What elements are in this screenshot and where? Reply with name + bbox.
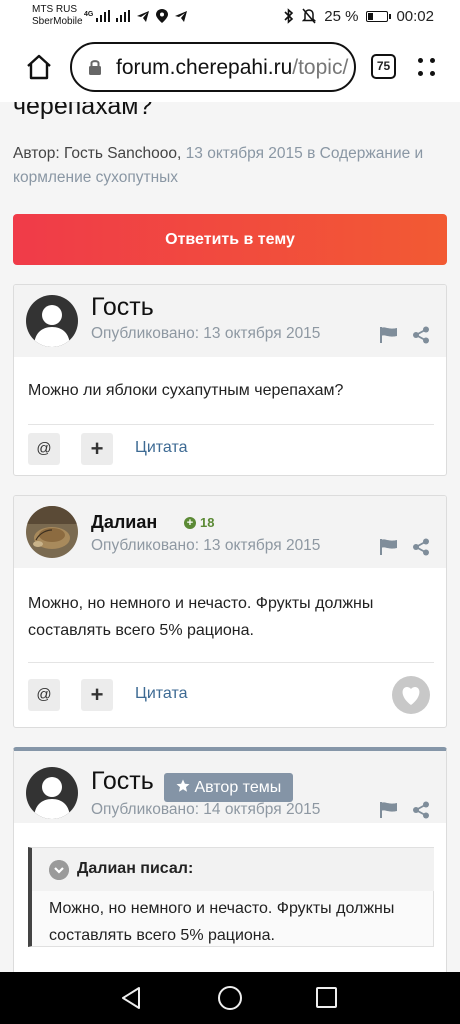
avatar[interactable] xyxy=(26,506,78,558)
share-icon[interactable] xyxy=(412,538,430,556)
post-author-name[interactable]: Гость xyxy=(91,767,154,796)
star-icon xyxy=(176,779,190,792)
clock: 00:02 xyxy=(396,7,434,25)
chevron-down-icon xyxy=(49,860,69,880)
browser-toolbar: forum.cherepahi.ru/topic/ 75 xyxy=(0,32,460,102)
post-header: Гость Опубликовано: 13 октября 2015 xyxy=(14,285,446,357)
home-button[interactable] xyxy=(218,986,242,1010)
status-bar: MTS RUS SberMobile 4G 25 % 00:02 xyxy=(0,0,460,32)
quote-button[interactable]: Цитата xyxy=(135,439,188,457)
post-body: Можно, но немного и нечасто. Фрукты долж… xyxy=(28,595,374,639)
post-2: Далиан +18 Опубликовано: 13 октября 2015… xyxy=(13,495,447,728)
avatar[interactable] xyxy=(26,767,78,819)
quote-button[interactable]: Цитата xyxy=(135,685,188,703)
status-icons-left xyxy=(96,8,188,24)
signal-icon xyxy=(96,10,110,22)
bluetooth-icon xyxy=(284,8,294,24)
flag-icon[interactable] xyxy=(379,538,399,556)
url-text: forum.cherepahi.ru/topic/ xyxy=(116,56,348,80)
mention-button[interactable]: @ xyxy=(28,679,60,711)
post-author-name[interactable]: Далиан xyxy=(91,512,157,533)
url-path: /topic/ xyxy=(292,56,349,79)
tab-counter-button[interactable]: 75 xyxy=(371,54,396,79)
topic-meta: Автор: Гость Sanchooo, 13 октября 2015 в… xyxy=(13,142,453,190)
post-divider xyxy=(28,662,434,663)
quote-header[interactable]: Далиан писал: xyxy=(32,848,434,891)
post-author-name[interactable]: Гость xyxy=(91,293,154,322)
quote-author: Далиан писал: xyxy=(77,860,194,877)
carrier-name: MTS RUS xyxy=(32,4,77,15)
post-3: Гость Автор темы Опубликовано: 14 октябр… xyxy=(13,747,447,972)
topic-in: в xyxy=(302,145,320,162)
address-bar[interactable]: forum.cherepahi.ru/topic/ xyxy=(70,42,356,92)
topic-author-badge: Автор темы xyxy=(164,773,294,802)
page-content: черепахам? Автор: Гость Sanchooo, 13 окт… xyxy=(0,102,460,972)
telegram-icon xyxy=(175,11,187,22)
battery-percent: 25 % xyxy=(324,7,359,25)
heart-icon xyxy=(402,687,420,705)
topic-date: 13 октября 2015 xyxy=(185,145,303,162)
recent-apps-icon[interactable] xyxy=(316,987,337,1008)
mute-icon xyxy=(302,8,317,24)
post-body: Можно ли яблоки сухапутным черепахам? xyxy=(28,382,344,399)
reputation-count: 18 xyxy=(200,515,215,530)
menu-icon[interactable] xyxy=(418,54,436,80)
home-icon[interactable] xyxy=(24,52,54,82)
carrier-secondary: SberMobile xyxy=(32,16,83,27)
carrier-info: MTS RUS SberMobile 4G xyxy=(32,4,93,28)
flag-icon[interactable] xyxy=(379,801,399,819)
post-1: Гость Опубликовано: 13 октября 2015 Можн… xyxy=(13,284,447,476)
system-nav-bar xyxy=(0,972,460,1024)
multiquote-button[interactable]: + xyxy=(81,433,113,465)
plus-icon: + xyxy=(184,516,196,529)
battery-fill xyxy=(368,12,374,20)
mention-button[interactable]: @ xyxy=(28,433,60,465)
reply-to-topic-button[interactable]: Ответить в тему xyxy=(13,214,447,265)
post-header: Гость Автор темы Опубликовано: 14 октябр… xyxy=(14,751,446,823)
signal-icon xyxy=(116,10,130,22)
status-icons-right: 25 % 00:02 xyxy=(284,7,434,25)
lock-icon xyxy=(89,60,101,75)
multiquote-button[interactable]: + xyxy=(81,679,113,711)
network-type: 4G xyxy=(84,11,94,18)
location-icon xyxy=(156,9,168,23)
share-icon[interactable] xyxy=(412,326,430,344)
post-header: Далиан +18 Опубликовано: 13 октября 2015 xyxy=(14,496,446,568)
like-button[interactable] xyxy=(392,676,430,714)
share-icon[interactable] xyxy=(412,801,430,819)
telegram-icon xyxy=(137,11,149,22)
quote-text: Можно, но немного и нечасто. Фрукты долж… xyxy=(49,900,395,944)
badge-label: Автор темы xyxy=(194,779,282,796)
flag-icon[interactable] xyxy=(379,326,399,344)
topic-title: черепахам? xyxy=(13,102,153,120)
post-date: Опубликовано: 13 октября 2015 xyxy=(91,325,321,342)
post-date: Опубликовано: 14 октября 2015 xyxy=(91,801,321,818)
topic-author[interactable]: Автор: Гость Sanchooo, xyxy=(13,145,186,162)
battery-icon xyxy=(366,10,392,22)
post-date: Опубликовано: 13 октября 2015 xyxy=(91,537,321,554)
avatar[interactable] xyxy=(26,295,78,347)
reputation-badge: +18 xyxy=(184,515,214,530)
quote-block: Далиан писал: Можно, но немного и нечаст… xyxy=(28,847,434,947)
post-divider xyxy=(28,424,434,425)
back-icon[interactable] xyxy=(120,986,142,1010)
url-host: forum.cherepahi.ru xyxy=(116,56,293,79)
